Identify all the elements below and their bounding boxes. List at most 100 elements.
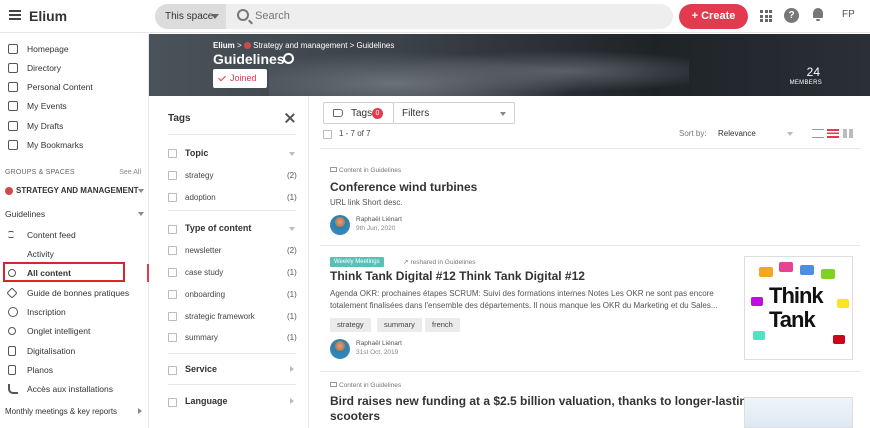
summary-checkbox[interactable]	[168, 333, 177, 342]
sidebar-item-digitalisation[interactable]: Digitalisation	[0, 341, 148, 360]
group-strategy-management[interactable]: STRATEGY AND MANAGEMENT	[5, 186, 139, 195]
see-all-link[interactable]: See All	[119, 169, 141, 176]
document-icon	[8, 345, 16, 356]
breadcrumb-space[interactable]: Guidelines	[357, 41, 395, 50]
help-icon[interactable]: ?	[784, 8, 799, 23]
tag-chip[interactable]: strategy	[330, 318, 371, 332]
topic-checkbox[interactable]	[168, 149, 177, 158]
tag-chip[interactable]: summary	[377, 318, 422, 332]
chevron-down-icon[interactable]	[787, 132, 793, 136]
chevron-right-icon[interactable]	[138, 408, 142, 414]
search-input[interactable]	[255, 4, 555, 29]
space-badge[interactable]: Weekly Meetings	[330, 257, 384, 267]
chevron-right-icon[interactable]	[290, 398, 294, 404]
gear-icon[interactable]	[283, 53, 294, 64]
chevron-down-icon	[500, 112, 506, 116]
facet-item-label[interactable]: summary	[185, 333, 218, 342]
select-all-checkbox[interactable]	[323, 130, 332, 139]
sidebar-item-guide-bonnes-pratiques[interactable]: Guide de bonnes pratiques	[0, 283, 148, 302]
chevron-down-icon[interactable]	[138, 189, 144, 193]
case-study-checkbox[interactable]	[168, 268, 177, 277]
sidebar-item-planos[interactable]: Planos	[0, 360, 148, 379]
notification-bell-icon[interactable]	[812, 8, 824, 21]
facet-language-header[interactable]: Language	[185, 396, 228, 406]
facet-item-label[interactable]: strategic framework	[185, 312, 255, 321]
divider	[320, 371, 860, 372]
facet-service-header[interactable]: Service	[185, 364, 217, 374]
compact-view-icon[interactable]	[827, 129, 839, 138]
author-name[interactable]: Raphaël Liénart	[356, 340, 402, 347]
menu-icon[interactable]	[9, 10, 21, 20]
divider	[168, 134, 296, 135]
space-guidelines[interactable]: Guidelines	[5, 209, 45, 219]
result-thumbnail[interactable]: Think Tank	[744, 256, 853, 360]
sidebar-item-my-drafts[interactable]: My Drafts	[0, 116, 148, 135]
newsletter-checkbox[interactable]	[168, 246, 177, 255]
sidebar-item-label: Activity	[27, 248, 54, 259]
sidebar-item-homepage[interactable]: Homepage	[0, 39, 148, 58]
sidebar-item-inscription[interactable]: Inscription	[0, 302, 148, 321]
author-avatar[interactable]	[330, 339, 350, 359]
sidebar-item-directory[interactable]: Directory	[0, 58, 148, 77]
facet-item-count: (1)	[287, 312, 297, 321]
strategy-checkbox[interactable]	[168, 171, 177, 180]
sidebar-item-my-bookmarks[interactable]: My Bookmarks	[0, 135, 148, 154]
language-checkbox[interactable]	[168, 398, 177, 407]
sort-select[interactable]: Relevance	[718, 129, 756, 138]
breadcrumb-root[interactable]: Elium	[213, 41, 235, 50]
service-checkbox[interactable]	[168, 366, 177, 375]
divider	[320, 245, 860, 246]
grid-view-icon[interactable]	[843, 129, 853, 138]
chevron-down-icon[interactable]	[138, 212, 144, 216]
group-monthly-meetings[interactable]: Monthly meetings & key reports	[5, 407, 117, 416]
close-icon[interactable]	[285, 113, 295, 123]
filters-dropdown[interactable]: Filters	[393, 102, 515, 124]
facet-item-label[interactable]: adoption	[185, 193, 216, 202]
adoption-checkbox[interactable]	[168, 193, 177, 202]
divider	[168, 384, 296, 385]
tags-button-label: Tags	[351, 108, 373, 119]
tags-filter-button[interactable]: Tags 0	[323, 102, 394, 124]
sidebar-item-my-events[interactable]: My Events	[0, 96, 148, 115]
facet-item-count: (1)	[287, 268, 297, 277]
result-date: 9th Jun, 2020	[356, 225, 396, 232]
search-scope-select[interactable]: This space	[155, 4, 226, 29]
chevron-right-icon[interactable]	[290, 366, 294, 372]
chevron-down-icon[interactable]	[289, 152, 295, 156]
facet-type-header[interactable]: Type of content	[185, 223, 251, 233]
sidebar-item-content-feed[interactable]: Content feed	[0, 225, 148, 244]
user-avatar[interactable]: FP	[842, 9, 855, 20]
result-title-line[interactable]: Bird raises new funding at a $2.5 billio…	[330, 394, 754, 408]
facet-topic-header[interactable]: Topic	[185, 148, 208, 158]
sidebar-item-personal-content[interactable]: Personal Content	[0, 77, 148, 96]
onboarding-checkbox[interactable]	[168, 290, 177, 299]
document-icon	[8, 81, 18, 92]
strategic-framework-checkbox[interactable]	[168, 312, 177, 321]
joined-button[interactable]: Joined	[213, 69, 267, 88]
search-icon	[237, 9, 249, 21]
sidebar-item-onglet-intelligent[interactable]: Onglet intelligent	[0, 321, 148, 340]
sidebar-item-label: Guide de bonnes pratiques	[27, 287, 130, 298]
thumbnail-text: Tank	[769, 307, 816, 332]
author-avatar[interactable]	[330, 215, 350, 235]
chevron-down-icon[interactable]	[289, 227, 295, 231]
facet-item-label[interactable]: case study	[185, 268, 223, 277]
breadcrumb-group[interactable]: Strategy and management	[253, 41, 347, 50]
brand-logo[interactable]: Elium	[29, 8, 67, 24]
result-title-line[interactable]: scooters	[330, 409, 380, 423]
result-title[interactable]: Think Tank Digital #12 Think Tank Digita…	[330, 269, 585, 283]
sidebar-item-activity[interactable]: Activity	[0, 244, 148, 263]
facet-item-label[interactable]: newsletter	[185, 246, 221, 255]
list-view-icon[interactable]	[812, 129, 824, 138]
type-checkbox[interactable]	[168, 225, 177, 234]
result-description: URL link Short desc.	[330, 198, 403, 207]
result-thumbnail[interactable]	[744, 397, 853, 428]
facet-item-label[interactable]: strategy	[185, 171, 213, 180]
apps-grid-icon[interactable]	[760, 10, 772, 22]
tag-chip[interactable]: french	[425, 318, 460, 332]
sidebar-item-acces-installations[interactable]: Accès aux installations	[0, 379, 148, 398]
result-title[interactable]: Conference wind turbines	[330, 180, 477, 194]
author-name[interactable]: Raphaël Liénart	[356, 216, 402, 223]
create-button[interactable]: + Create	[679, 4, 748, 29]
facet-item-label[interactable]: onboarding	[185, 290, 225, 299]
